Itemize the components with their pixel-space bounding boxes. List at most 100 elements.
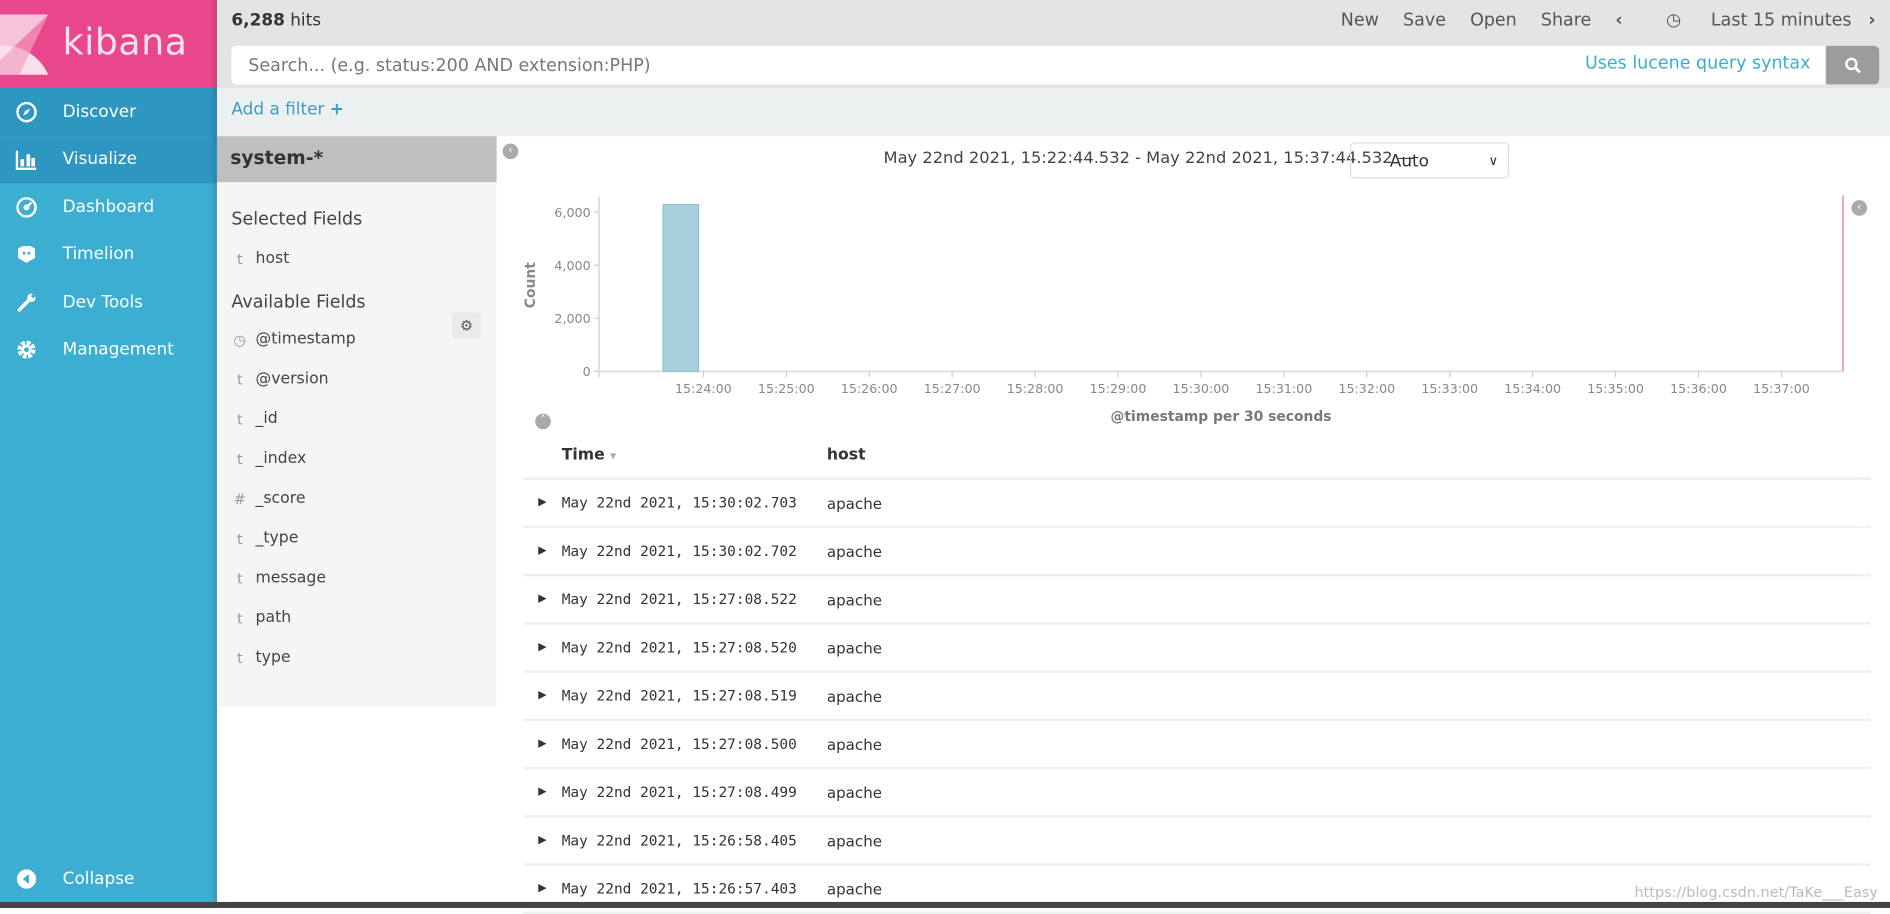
- field-settings-button[interactable]: ⚙: [452, 312, 481, 339]
- save-button[interactable]: Save: [1403, 11, 1446, 30]
- wrench-icon: [13, 292, 40, 314]
- field-item[interactable]: t host: [217, 239, 497, 279]
- field-name: @version: [255, 370, 329, 389]
- search-icon: [1845, 57, 1861, 74]
- field-name: message: [255, 569, 326, 588]
- time-picker-button[interactable]: ◷ Last 15 minutes: [1642, 10, 1852, 31]
- interval-select[interactable]: Auto ∨: [1350, 142, 1510, 179]
- watermark: https://blog.csdn.net/TaKe___Easy: [1634, 883, 1878, 901]
- logo-text: kibana: [62, 21, 188, 64]
- compass-icon: [13, 101, 40, 123]
- time-cell: May 22nd 2021, 15:30:02.702: [561, 542, 797, 560]
- sidebar-item-label: Visualize: [62, 149, 137, 170]
- field-item[interactable]: t _index: [217, 439, 497, 479]
- number-type-icon: #: [233, 490, 246, 508]
- sidebar-item-label: Discover: [62, 102, 137, 122]
- histogram-chart: 0 2,000 4,000 6,000 15:24:00 15:25:00 15:26:00…: [523, 195, 1844, 425]
- expand-row-icon[interactable]: ▶: [523, 497, 562, 509]
- host-cell: apache: [826, 734, 883, 754]
- field-item[interactable]: # _score: [217, 479, 497, 519]
- kibana-logo[interactable]: kibana: [0, 0, 217, 89]
- expand-row-icon[interactable]: ▶: [523, 834, 562, 846]
- field-item[interactable]: t message: [217, 558, 497, 598]
- sidebar-item-visualize[interactable]: Visualize: [0, 135, 217, 184]
- sort-desc-icon[interactable]: ▾: [610, 449, 616, 462]
- table-row[interactable]: ▶ May 22nd 2021, 15:27:08.500 apache: [523, 721, 1871, 770]
- field-name: host: [255, 249, 290, 268]
- sidebar: kibana Discover Visualize Dashboard Timelio…: [0, 0, 217, 908]
- sidebar-item-dev-tools[interactable]: Dev Tools: [0, 279, 217, 327]
- chevron-right-icon[interactable]: ›: [1868, 11, 1875, 30]
- table-row[interactable]: ▶ May 22nd 2021, 15:27:08.519 apache: [523, 673, 1871, 722]
- y-tick-label: 0: [583, 364, 591, 379]
- x-tick-label: 15:26:00: [841, 381, 898, 396]
- expand-row-icon[interactable]: ▶: [523, 641, 562, 653]
- expand-row-icon[interactable]: ▶: [523, 690, 562, 702]
- sidebar-item-label: Management: [62, 340, 174, 360]
- x-tick-label: 15:25:00: [758, 381, 815, 396]
- add-filter-button[interactable]: Add a filter +: [231, 100, 344, 119]
- host-cell: apache: [826, 686, 883, 705]
- time-cell: May 22nd 2021, 15:27:08.500: [561, 735, 797, 753]
- string-type-icon: t: [237, 569, 243, 587]
- table-row[interactable]: ▶ May 22nd 2021, 15:30:02.703 apache: [523, 480, 1871, 529]
- string-type-icon: t: [237, 410, 243, 428]
- column-header-time[interactable]: Time ▾: [562, 446, 827, 464]
- open-button[interactable]: Open: [1470, 11, 1517, 30]
- selected-fields-title: Selected Fields: [231, 209, 363, 230]
- table-row[interactable]: ▶ May 22nd 2021, 15:27:08.499 apache: [523, 769, 1871, 818]
- host-cell: apache: [826, 879, 883, 898]
- x-tick-label: 15:32:00: [1338, 381, 1395, 396]
- collapse-chart-icon[interactable]: ˄: [535, 413, 551, 430]
- share-button[interactable]: Share: [1541, 11, 1591, 30]
- table-row[interactable]: ▶ May 22nd 2021, 15:30:02.702 apache: [523, 528, 1871, 577]
- chevron-left-icon[interactable]: ‹: [1615, 11, 1622, 30]
- new-button[interactable]: New: [1341, 11, 1379, 30]
- column-header-host[interactable]: host: [827, 446, 866, 464]
- time-cell: May 22nd 2021, 15:27:08.520: [561, 639, 797, 656]
- y-axis-label: Count: [523, 262, 539, 308]
- expand-row-icon[interactable]: ▶: [523, 738, 562, 750]
- host-cell: apache: [826, 542, 883, 561]
- clock-icon: ◷: [233, 330, 247, 348]
- sidebar-item-dashboard[interactable]: Dashboard: [0, 183, 217, 231]
- field-item[interactable]: t @version: [217, 359, 497, 399]
- sidebar-item-management[interactable]: Management: [0, 326, 217, 374]
- collapse-sidebar-icon[interactable]: ‹: [502, 143, 519, 160]
- time-cell: May 22nd 2021, 15:27:08.519: [561, 687, 797, 705]
- host-cell: apache: [826, 831, 883, 850]
- expand-row-icon[interactable]: ▶: [523, 593, 562, 605]
- sidebar-shadow: [209, 0, 217, 908]
- table-row[interactable]: ▶ May 22nd 2021, 15:26:58.405 apache: [523, 818, 1871, 866]
- legend-toggle-icon[interactable]: ‹: [1851, 200, 1868, 216]
- sidebar-item-discover[interactable]: Discover: [0, 88, 217, 136]
- time-picker-label: Last 15 minutes: [1710, 10, 1852, 31]
- host-cell: apache: [826, 493, 883, 512]
- table-row[interactable]: ▶ May 22nd 2021, 15:27:08.522 apache: [523, 576, 1871, 625]
- field-item[interactable]: t path: [217, 598, 497, 638]
- bar-chart-icon: [13, 149, 40, 171]
- search-input[interactable]: [245, 45, 1336, 87]
- add-filter-label: Add a filter: [231, 100, 325, 120]
- field-name: _type: [255, 529, 299, 548]
- lucene-syntax-link[interactable]: Uses lucene query syntax: [1585, 54, 1810, 73]
- expand-row-icon[interactable]: ▶: [523, 883, 562, 895]
- x-tick-label: 15:37:00: [1753, 381, 1810, 396]
- x-tick-label: 15:28:00: [1007, 381, 1064, 396]
- x-tick-label: 15:35:00: [1587, 381, 1644, 396]
- table-header: Time ▾ host: [523, 432, 1871, 480]
- documents-table: Time ▾ host ▶ May 22nd 2021, 15:30:02.703…: [523, 432, 1871, 914]
- sidebar-item-timelion[interactable]: Timelion: [0, 231, 217, 279]
- histogram-bar: [662, 203, 700, 372]
- expand-row-icon[interactable]: ▶: [523, 545, 562, 557]
- table-row[interactable]: ▶ May 22nd 2021, 15:27:08.520 apache: [523, 625, 1871, 673]
- index-pattern-selector[interactable]: system-*: [216, 136, 497, 183]
- expand-row-icon[interactable]: ▶: [523, 786, 562, 798]
- field-item[interactable]: t _type: [217, 518, 497, 558]
- filter-bar: Add a filter +: [216, 88, 1890, 137]
- field-item[interactable]: t type: [217, 638, 497, 678]
- x-tick-label: 15:30:00: [1173, 381, 1230, 396]
- search-button[interactable]: [1826, 45, 1880, 85]
- collapse-button[interactable]: Collapse: [0, 856, 217, 904]
- field-item[interactable]: t _id: [217, 399, 497, 439]
